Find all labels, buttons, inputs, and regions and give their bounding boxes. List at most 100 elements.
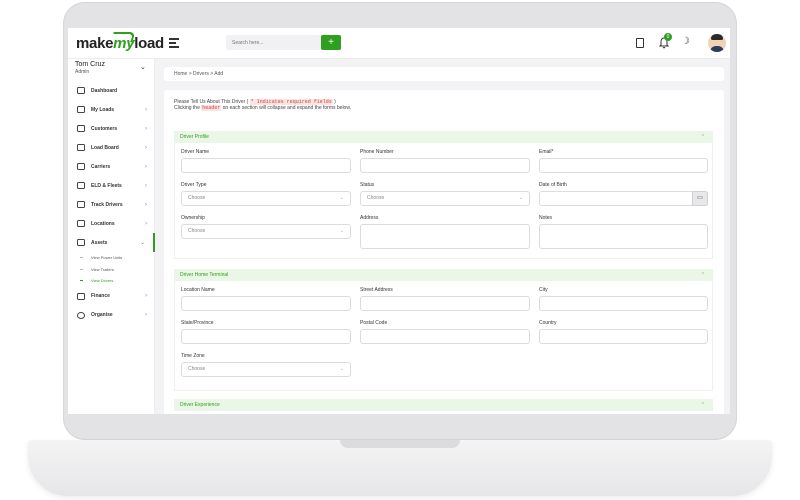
location-name-input[interactable] — [181, 296, 351, 311]
label-location-name: Location Name — [181, 287, 215, 293]
chevron-right-icon: › — [145, 163, 147, 170]
sidebar-item-dashboard[interactable]: Dashboard — [68, 81, 155, 100]
label-phone: Phone Number — [360, 149, 394, 155]
email-input[interactable] — [539, 158, 708, 173]
search-add-button[interactable]: + — [321, 35, 341, 50]
label-ownership: Ownership — [181, 215, 205, 221]
chevron-down-icon: ⌄ — [139, 240, 145, 246]
truck-icon — [77, 163, 85, 170]
search-input[interactable] — [226, 35, 321, 50]
chevron-right-icon: › — [145, 106, 147, 113]
label-email: Email* — [539, 149, 554, 155]
chevron-up-icon: ⌃ — [700, 272, 705, 278]
map-pin-icon — [77, 220, 85, 227]
notes-textarea[interactable] — [539, 224, 708, 249]
label-street: Street Address — [360, 287, 393, 293]
driver-home-body: Location Name Street Address City State/… — [174, 281, 713, 391]
chevron-down-icon: ⌄ — [339, 228, 344, 234]
label-postal: Postal Code — [360, 320, 388, 326]
state-input[interactable] — [181, 329, 351, 344]
chart-icon — [77, 144, 85, 151]
chevron-up-icon: ⌃ — [700, 402, 705, 408]
label-country: Country — [539, 320, 557, 326]
calendar-icon[interactable]: ▭ — [692, 191, 708, 206]
chevron-down-icon[interactable]: ⌄ — [140, 63, 146, 71]
location-pin-icon — [77, 201, 85, 208]
sidebar-item-organise[interactable]: Organise › — [68, 306, 155, 325]
laptop-base — [28, 440, 772, 496]
city-input[interactable] — [539, 296, 708, 311]
label-status: Status — [360, 182, 375, 188]
chevron-right-icon: › — [145, 220, 147, 227]
sidebar-item-eld-fleets[interactable]: ELD & Fleets › — [68, 176, 155, 195]
label-timezone: Time Zone — [181, 353, 205, 359]
chevron-right-icon: › — [145, 125, 147, 132]
street-input[interactable] — [360, 296, 530, 311]
logo: makemyload — [76, 32, 164, 52]
country-input[interactable] — [539, 329, 708, 344]
driver-form-card: Please Tell Us About This Driver ( * Ind… — [164, 90, 724, 414]
chevron-right-icon: › — [145, 293, 147, 299]
user-role: Admin — [75, 69, 90, 75]
chevron-right-icon: › — [145, 201, 147, 208]
menu-toggle-icon[interactable] — [169, 38, 179, 48]
label-city: City — [539, 287, 548, 293]
sidebar-item-load-board[interactable]: Load Board › — [68, 138, 155, 157]
user-name: Tom Cruz — [75, 61, 105, 68]
driver-name-input[interactable] — [181, 158, 351, 173]
label-driver-type: Driver Type — [181, 182, 207, 188]
sidebar-subitem-drivers[interactable]: View Drivers — [68, 275, 155, 287]
label-address: Address — [360, 215, 379, 221]
breadcrumb: Home > Drivers > Add — [164, 67, 724, 81]
postal-input[interactable] — [360, 329, 530, 344]
status-select[interactable]: Choose ⌄ — [360, 191, 530, 206]
sidebar: Tom Cruz Admin ⌄ Dashboard My Loads › Cus… — [68, 59, 155, 414]
theme-toggle-icon[interactable]: ☽ — [681, 36, 691, 48]
document-icon[interactable] — [636, 38, 644, 48]
sidebar-item-locations[interactable]: Locations › — [68, 214, 155, 233]
chevron-down-icon: ⌄ — [339, 195, 344, 201]
section-driver-experience[interactable]: Driver Experience ⌃ — [174, 399, 713, 411]
phone-input[interactable] — [360, 158, 530, 173]
chevron-right-icon: › — [145, 312, 147, 318]
users-icon — [77, 125, 85, 132]
ownership-select[interactable]: Choose ⌄ — [181, 224, 351, 239]
notification-badge: 0 — [664, 33, 672, 41]
section-driver-profile[interactable]: Driver Profile ⌃ — [174, 131, 713, 143]
label-dob: Date of Birth — [539, 182, 567, 188]
truck-icon — [77, 182, 85, 189]
label-driver-name: Driver Name — [181, 149, 210, 155]
timezone-select[interactable]: Choose ⌄ — [181, 362, 351, 377]
chevron-down-icon: ⌄ — [518, 195, 523, 201]
sidebar-subitem-trailers[interactable]: View Trailers — [68, 264, 155, 276]
sidebar-nav: Dashboard My Loads › Customers › Load Boar… — [68, 81, 155, 325]
wallet-icon — [77, 292, 85, 300]
sidebar-item-finance[interactable]: Finance › — [68, 287, 155, 306]
address-textarea[interactable] — [360, 224, 530, 249]
chevron-down-icon: ⌄ — [339, 366, 344, 372]
target-icon — [77, 311, 85, 319]
avatar[interactable] — [708, 34, 726, 52]
sidebar-subitem-power-units[interactable]: View Power Units — [68, 252, 155, 264]
sidebar-item-assets[interactable]: Assets ⌄ — [68, 233, 155, 252]
chevron-up-icon: ⌃ — [700, 134, 705, 140]
dob-input[interactable]: ▭ — [539, 191, 708, 206]
label-state: State/Province — [181, 320, 214, 326]
intro-hint: Clicking the header on each section will… — [174, 105, 352, 111]
section-driver-home-terminal[interactable]: Driver Home Terminal ⌃ — [174, 269, 713, 281]
dashboard-icon — [77, 87, 85, 94]
screen: makemyload + 0 ☽ Tom Cruz Admin ⌄ Dashbo… — [68, 28, 730, 414]
sidebar-item-my-loads[interactable]: My Loads › — [68, 100, 155, 119]
sidebar-item-customers[interactable]: Customers › — [68, 119, 155, 138]
top-bar: makemyload + 0 ☽ — [68, 28, 730, 59]
laptop-notch — [340, 440, 460, 448]
bag-icon — [77, 239, 85, 246]
sidebar-item-track-drivers[interactable]: Track Drivers › — [68, 195, 155, 214]
driver-profile-body: Driver Name Phone Number Email* Driver T… — [174, 143, 713, 259]
sidebar-item-carriers[interactable]: Carriers › — [68, 157, 155, 176]
driver-type-select[interactable]: Choose ⌄ — [181, 191, 351, 206]
chevron-right-icon: › — [145, 144, 147, 151]
label-notes: Notes — [539, 215, 553, 221]
chevron-right-icon: › — [145, 182, 147, 189]
truck-arrow-icon — [77, 106, 85, 113]
